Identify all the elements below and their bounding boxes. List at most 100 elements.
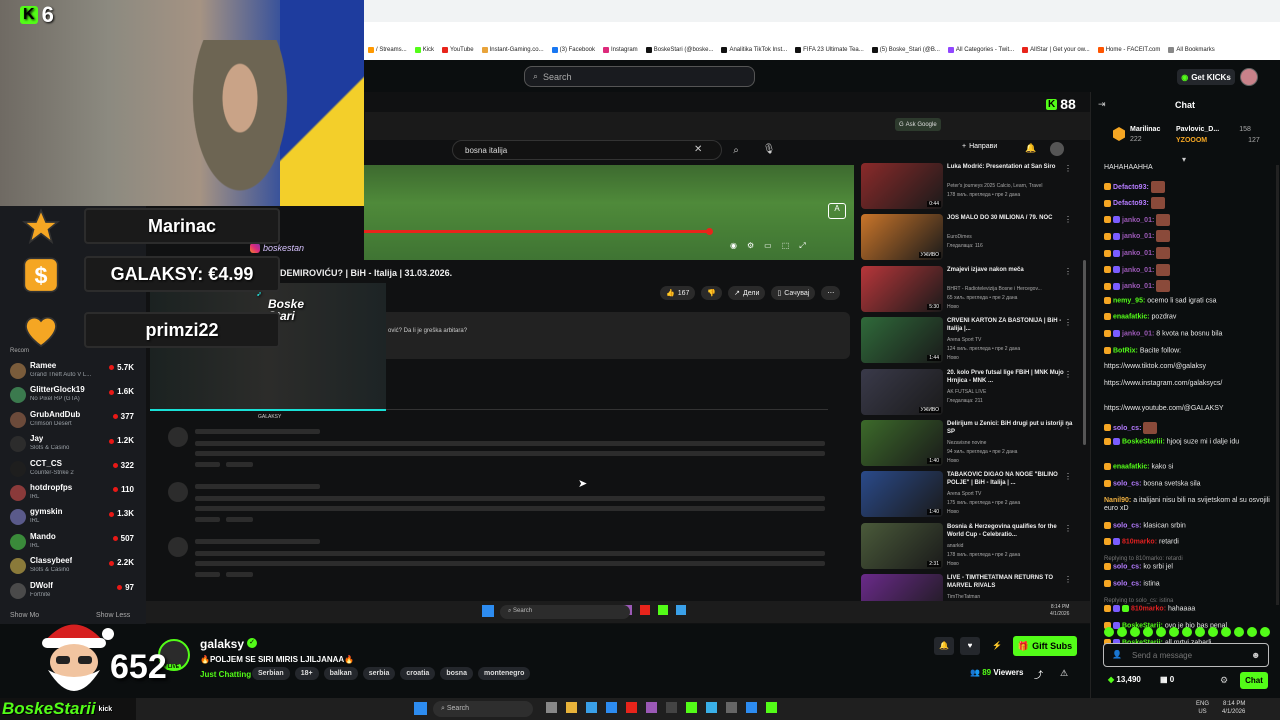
app-icon[interactable]: [606, 702, 617, 713]
autoplay-toggle-icon[interactable]: ◉: [730, 241, 737, 251]
sidebar-channel[interactable]: Classybeef Slots & Casino 2.2K: [8, 555, 136, 579]
language-indicator[interactable]: ENG US: [1196, 700, 1209, 716]
bookmark-item[interactable]: AllStar | Get your ow...: [1022, 47, 1090, 53]
share-button[interactable]: ↗ Дели: [728, 286, 766, 300]
share-icon[interactable]: ⤴: [1034, 668, 1043, 681]
chat-username[interactable]: janko_01:: [1122, 330, 1154, 337]
more-icon[interactable]: ⋮: [1064, 524, 1072, 533]
app-icon[interactable]: [686, 702, 697, 713]
app-icon[interactable]: [746, 702, 757, 713]
miniplayer-icon[interactable]: ▭: [764, 241, 772, 251]
report-icon[interactable]: ⚠: [1060, 668, 1068, 679]
more-icon[interactable]: ⋮: [1064, 215, 1072, 224]
chat-username[interactable]: Nanil90:: [1104, 497, 1131, 504]
settings-icon[interactable]: ⚙: [747, 241, 754, 251]
theater-icon[interactable]: ⬚: [782, 241, 790, 251]
chat-message[interactable]: janko_01:: [1104, 213, 1274, 226]
chrome-icon[interactable]: [626, 702, 637, 713]
chat-username[interactable]: janko_01:: [1122, 266, 1154, 273]
app-icon[interactable]: [666, 702, 677, 713]
bookmark-item[interactable]: / Streams...: [368, 47, 407, 53]
stream-tag[interactable]: Serbian: [252, 667, 290, 680]
chat-message[interactable]: Defacto93:: [1104, 197, 1274, 210]
stream-tag[interactable]: balkan: [323, 667, 358, 680]
chat-username[interactable]: janko_01:: [1122, 283, 1154, 290]
sidebar-channel[interactable]: gymskin IRL 1.3K: [8, 506, 136, 530]
create-button[interactable]: + Направи: [962, 143, 997, 150]
search-input[interactable]: ⌕ Search: [524, 66, 755, 87]
chat-username[interactable]: solo_cs:: [1113, 480, 1141, 487]
sidebar-channel[interactable]: GlitterGlock19 No Pixel RP (GTA) 1.6K: [8, 384, 136, 408]
more-icon[interactable]: ⋮: [1064, 421, 1072, 430]
sidebar-channel[interactable]: CCT_CS Counter-Strike 2 322: [8, 458, 136, 482]
recommended-video[interactable]: 1:44 CRVENI KARTON ZA BASTONIJA | BiH - I…: [860, 316, 1086, 364]
app-icon[interactable]: [726, 702, 737, 713]
stream-tag[interactable]: croatia: [400, 667, 436, 680]
chat-message[interactable]: Replying to 810marko: retardi solo_cs: ko…: [1104, 555, 1274, 571]
chat-message[interactable]: Nanil90: a italijani nisu bili na svijet…: [1104, 497, 1274, 513]
dislike-button[interactable]: 👎: [701, 286, 723, 300]
sidebar-channel[interactable]: Jay Slots & Casino 1.2K: [8, 433, 136, 457]
gift-subs-button[interactable]: 🎁 Gift Subs: [1013, 636, 1077, 656]
bookmark-item[interactable]: (3) Facebook: [551, 47, 595, 53]
like-button[interactable]: 👍 167: [660, 286, 696, 300]
chat-message[interactable]: https://www.youtube.com/@GALAKSY: [1104, 405, 1274, 413]
chat-username[interactable]: janko_01:: [1122, 233, 1154, 240]
chat-username[interactable]: solo_cs:: [1113, 522, 1141, 529]
browser-address-bar[interactable]: [364, 22, 1280, 55]
scrollbar[interactable]: [1083, 260, 1086, 445]
recommended-video[interactable]: 0:44 Luka Modrić: Presentation at San Sir…: [860, 162, 1086, 210]
chat-username[interactable]: janko_01:: [1122, 217, 1154, 224]
chat-message[interactable]: solo_cs:: [1104, 421, 1274, 434]
boost-button[interactable]: ⚡: [987, 637, 1007, 655]
bookmark-item[interactable]: Instagram: [603, 47, 638, 53]
chat-username[interactable]: solo_cs:: [1113, 581, 1141, 588]
chat-user-icon[interactable]: 👤: [1112, 650, 1122, 659]
recommended-video[interactable]: 2:31 Bosnia & Herzegovina qualifies for t…: [860, 522, 1086, 570]
more-icon[interactable]: ⋮: [1064, 370, 1072, 379]
chat-message[interactable]: BotRix: Bacite follow:: [1104, 346, 1274, 355]
sidebar-channel[interactable]: hotdropfps IRL 110: [8, 482, 136, 506]
fullscreen-icon[interactable]: ⤢: [799, 241, 805, 251]
emote-icon[interactable]: [1221, 627, 1231, 637]
bell-icon[interactable]: 🔔: [1025, 143, 1036, 154]
avatar[interactable]: [1240, 68, 1258, 86]
chat-message[interactable]: solo_cs: bosna svetska sila: [1104, 480, 1274, 488]
emote-icon[interactable]: [1234, 627, 1244, 637]
emote-icon[interactable]: [1104, 627, 1114, 637]
bookmark-item[interactable]: Instant-Gaming.co...: [481, 47, 544, 53]
chat-username[interactable]: janko_01:: [1122, 250, 1154, 257]
ask-google-button[interactable]: G Ask Google: [895, 118, 941, 131]
emote-icon[interactable]: [1247, 627, 1257, 637]
chat-username[interactable]: 810marko:: [1131, 605, 1166, 612]
chat-message[interactable]: janko_01:: [1104, 263, 1274, 276]
emote-icon[interactable]: [1117, 627, 1127, 637]
app-icon[interactable]: [586, 702, 597, 713]
app-icon[interactable]: [766, 702, 777, 713]
more-icon[interactable]: ⋮: [1064, 267, 1072, 276]
category-link[interactable]: Just Chatting: [200, 670, 251, 679]
kicks-balance[interactable]: ◆ 13,490: [1108, 675, 1141, 684]
chat-message[interactable]: HAHAHAAHHA: [1104, 164, 1274, 172]
sidebar-channel[interactable]: Mando IRL 507: [8, 531, 136, 555]
more-button[interactable]: ⋯: [821, 286, 841, 300]
emote-icon[interactable]: [1182, 627, 1192, 637]
gear-icon[interactable]: ⚙: [1220, 675, 1228, 686]
chat-message[interactable]: Defacto93:: [1104, 180, 1274, 193]
chat-message[interactable]: https://www.tiktok.com/@galaksy: [1104, 363, 1274, 371]
app-icon[interactable]: [646, 702, 657, 713]
folder-icon[interactable]: [566, 702, 577, 713]
more-icon[interactable]: ⋮: [1064, 575, 1072, 584]
chat-username[interactable]: enaafatkic:: [1113, 464, 1150, 471]
chat-send-button[interactable]: Chat: [1240, 672, 1268, 689]
chat-message[interactable]: solo_cs: klasican srbin: [1104, 521, 1274, 530]
emote-icon[interactable]: [1260, 627, 1270, 637]
emote-icon[interactable]: [1195, 627, 1205, 637]
chat-username[interactable]: enaafatkic:: [1113, 314, 1150, 321]
progress-handle[interactable]: [706, 228, 713, 235]
youtube-search-button[interactable]: ⌕: [724, 140, 748, 160]
bookmark-item[interactable]: All Bookmarks: [1168, 47, 1215, 53]
chat-message[interactable]: enaafatkic: kako si: [1104, 463, 1274, 471]
bookmark-item[interactable]: All Categories - Twit...: [947, 47, 1014, 53]
youtube-avatar[interactable]: [1050, 142, 1064, 156]
